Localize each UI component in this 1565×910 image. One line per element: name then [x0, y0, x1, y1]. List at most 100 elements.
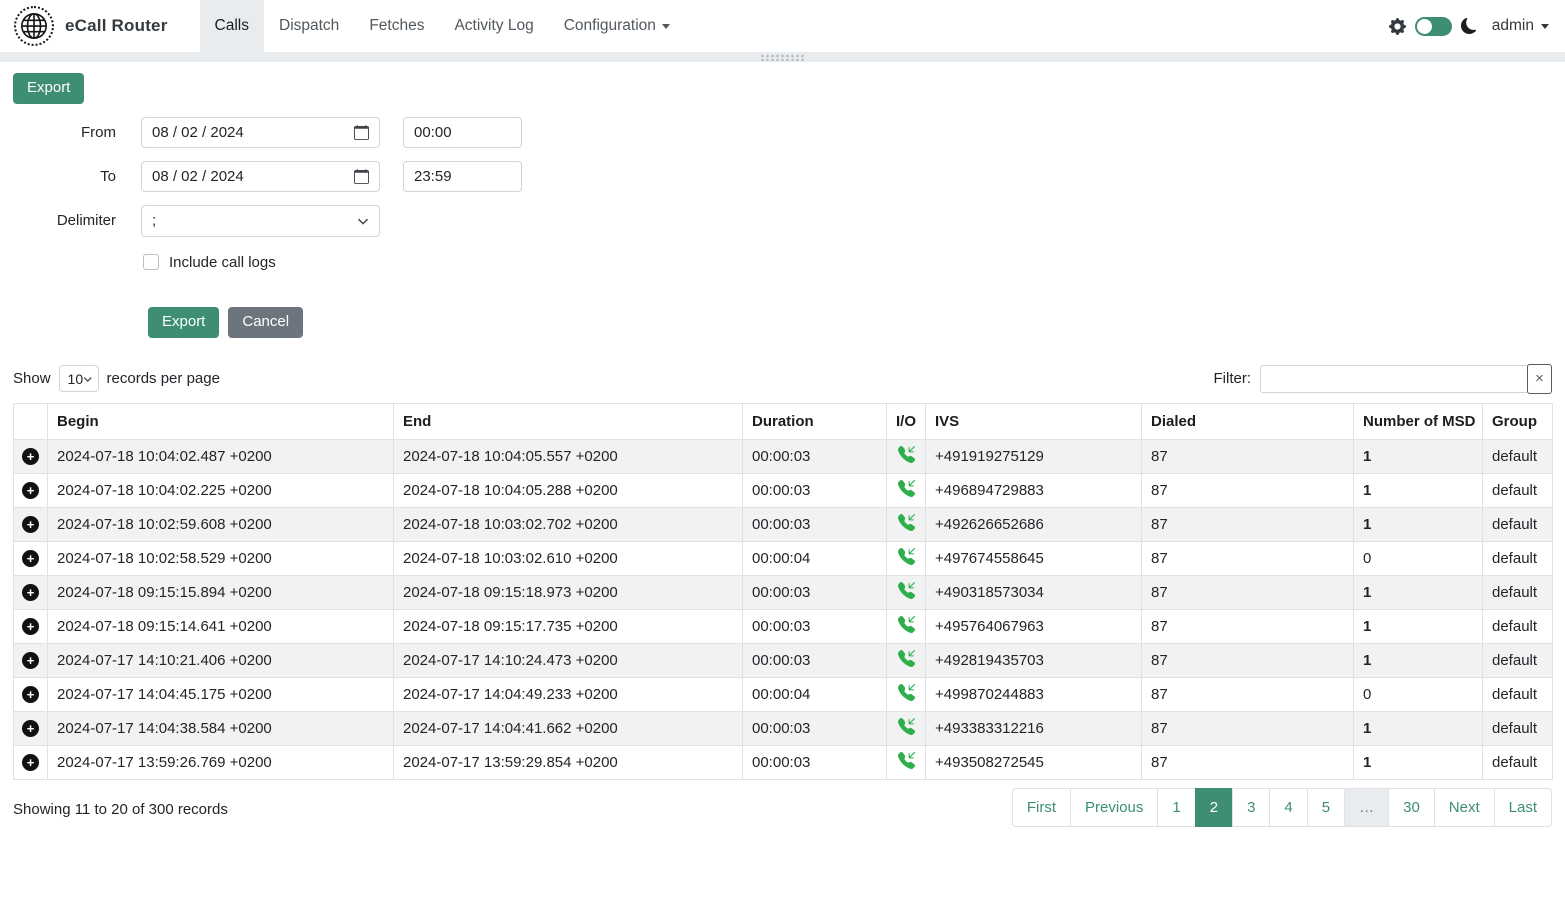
ivs-cell: +490318573034 [926, 575, 1142, 609]
records-summary: Showing 11 to 20 of 300 records [13, 788, 228, 818]
panel-resize-handle[interactable] [0, 52, 1565, 62]
app-title: eCall Router [65, 16, 168, 36]
dialed-cell: 87 [1142, 507, 1354, 541]
group-cell: default [1483, 507, 1553, 541]
header-io[interactable]: I/O [887, 403, 926, 439]
msd-cell: 1 [1354, 439, 1483, 473]
table-row: + 2024-07-18 10:04:02.487 +0200 2024-07-… [14, 439, 1553, 473]
delimiter-select[interactable]: ; [141, 205, 380, 237]
filter-input[interactable] [1260, 365, 1528, 393]
nav-tab-calls[interactable]: Calls [200, 0, 264, 52]
table-controls: Show 10 records per page Filter: × [13, 364, 1552, 394]
duration-cell: 00:00:03 [743, 745, 887, 779]
incoming-call-icon [898, 446, 915, 463]
page-next-button[interactable]: Next [1434, 788, 1495, 828]
end-cell: 2024-07-18 10:04:05.288 +0200 [394, 473, 743, 507]
nav-tab-configuration[interactable]: Configuration [549, 0, 685, 52]
incoming-call-icon [898, 514, 915, 531]
page-5-button[interactable]: 5 [1307, 788, 1345, 828]
expand-row-button[interactable]: + [22, 652, 39, 669]
duration-cell: 00:00:03 [743, 473, 887, 507]
delimiter-label: Delimiter [13, 212, 116, 229]
page-30-button[interactable]: 30 [1388, 788, 1435, 828]
io-cell [887, 643, 926, 677]
io-cell [887, 507, 926, 541]
brand: eCall Router [8, 0, 174, 52]
moon-icon [1461, 18, 1477, 34]
from-time-input[interactable] [403, 117, 522, 148]
records-per-page-label: records per page [107, 370, 220, 387]
header-msd[interactable]: Number of MSD [1354, 403, 1483, 439]
user-menu[interactable]: admin [1492, 17, 1549, 35]
dialed-cell: 87 [1142, 643, 1354, 677]
header-expand [14, 403, 48, 439]
to-label: To [13, 168, 116, 185]
main-content: Export From 08 / 02 / 2024 To 08 / 02 / … [0, 62, 1565, 827]
calendar-icon[interactable] [354, 169, 369, 184]
nav-tab-fetches[interactable]: Fetches [354, 0, 439, 52]
dialed-cell: 87 [1142, 541, 1354, 575]
page-previous-button[interactable]: Previous [1070, 788, 1158, 828]
page-3-button[interactable]: 3 [1232, 788, 1270, 828]
page-first-button[interactable]: First [1012, 788, 1071, 828]
page-2-button[interactable]: 2 [1195, 788, 1233, 828]
begin-cell: 2024-07-17 14:10:21.406 +0200 [48, 643, 394, 677]
expand-row-button[interactable]: + [22, 584, 39, 601]
show-label: Show [13, 370, 51, 387]
chevron-down-icon [662, 24, 670, 29]
ivs-cell: +493383312216 [926, 711, 1142, 745]
incoming-call-icon [898, 480, 915, 497]
msd-cell: 1 [1354, 711, 1483, 745]
expand-row-button[interactable]: + [22, 516, 39, 533]
ivs-cell: +495764067963 [926, 609, 1142, 643]
header-dialed[interactable]: Dialed [1142, 403, 1354, 439]
page-4-button[interactable]: 4 [1269, 788, 1307, 828]
export-submit-button[interactable]: Export [148, 307, 219, 338]
include-call-logs-checkbox[interactable] [143, 254, 159, 270]
expand-row-button[interactable]: + [22, 550, 39, 567]
export-toggle-button[interactable]: Export [13, 73, 84, 104]
header-group[interactable]: Group [1483, 403, 1553, 439]
to-time-input[interactable] [403, 161, 522, 192]
chevron-down-icon [83, 374, 92, 384]
to-date-input[interactable]: 08 / 02 / 2024 [141, 161, 380, 192]
table-row: + 2024-07-18 09:15:14.641 +0200 2024-07-… [14, 609, 1553, 643]
user-name: admin [1492, 17, 1534, 35]
msd-cell: 0 [1354, 541, 1483, 575]
from-date-input[interactable]: 08 / 02 / 2024 [141, 117, 380, 148]
header-ivs[interactable]: IVS [926, 403, 1142, 439]
grip-dots-icon [760, 54, 806, 61]
page-last-button[interactable]: Last [1494, 788, 1552, 828]
expand-row-button[interactable]: + [22, 448, 39, 465]
ivs-cell: +497674558645 [926, 541, 1142, 575]
header-end[interactable]: End [394, 403, 743, 439]
dialed-cell: 87 [1142, 609, 1354, 643]
calendar-icon[interactable] [354, 125, 369, 140]
cancel-button[interactable]: Cancel [228, 307, 303, 338]
filter-label: Filter: [1214, 370, 1252, 387]
dialed-cell: 87 [1142, 711, 1354, 745]
duration-cell: 00:00:04 [743, 677, 887, 711]
gear-icon[interactable] [1389, 18, 1406, 35]
expand-row-button[interactable]: + [22, 754, 39, 771]
expand-row-button[interactable]: + [22, 482, 39, 499]
header-begin[interactable]: Begin [48, 403, 394, 439]
expand-row-button[interactable]: + [22, 618, 39, 635]
table-row: + 2024-07-18 10:04:02.225 +0200 2024-07-… [14, 473, 1553, 507]
to-date-value: 08 / 02 / 2024 [152, 168, 244, 185]
begin-cell: 2024-07-18 10:04:02.225 +0200 [48, 473, 394, 507]
msd-cell: 0 [1354, 677, 1483, 711]
page-size-select[interactable]: 10 [59, 365, 99, 392]
expand-row-button[interactable]: + [22, 686, 39, 703]
nav-tab-dispatch[interactable]: Dispatch [264, 0, 354, 52]
nav-tab-activity-log[interactable]: Activity Log [439, 0, 548, 52]
theme-toggle[interactable] [1415, 17, 1452, 36]
end-cell: 2024-07-17 14:04:41.662 +0200 [394, 711, 743, 745]
header-duration[interactable]: Duration [743, 403, 887, 439]
expand-row-button[interactable]: + [22, 720, 39, 737]
incoming-call-icon [898, 752, 915, 769]
page-1-button[interactable]: 1 [1157, 788, 1195, 828]
clear-filter-button[interactable]: × [1527, 364, 1552, 394]
ivs-cell: +496894729883 [926, 473, 1142, 507]
page-size-value: 10 [68, 371, 84, 387]
